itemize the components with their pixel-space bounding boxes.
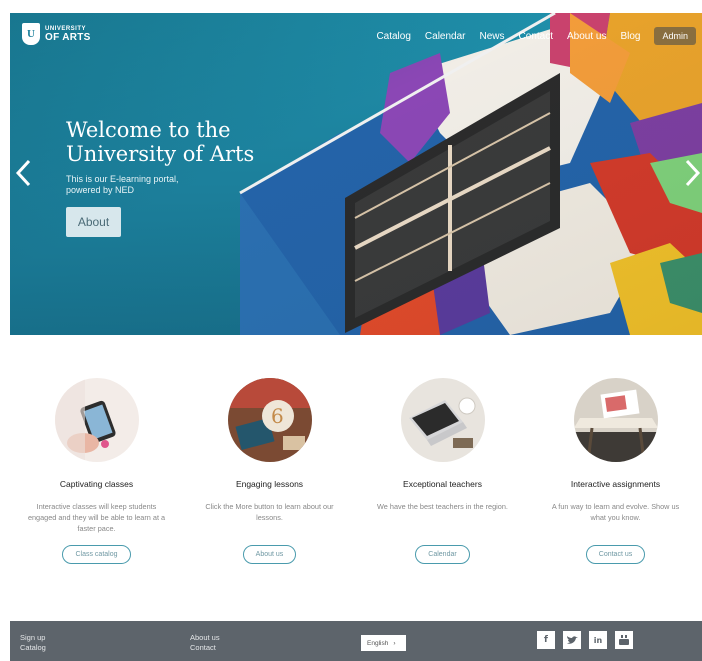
facebook-icon[interactable]: f — [537, 631, 555, 649]
hero-text-block: Welcome to the University of Arts This i… — [66, 118, 266, 238]
feature-card: Interactive assignments A fun way to lea… — [529, 378, 702, 564]
footer: Sign up Catalog About us Contact English… — [10, 621, 702, 661]
feature-title: Engaging lessons — [235, 479, 304, 489]
nav-contact[interactable]: Contact — [519, 31, 553, 42]
feature-description: A fun way to learn and evolve. Show us w… — [551, 502, 680, 522]
contact-us-button[interactable]: Contact us — [585, 545, 646, 564]
hero-banner: U UNIVERSITY OF ARTS Catalog Calendar Ne… — [10, 13, 702, 335]
footer-catalog-link[interactable]: Catalog — [20, 643, 46, 653]
class-catalog-button[interactable]: Class catalog — [62, 545, 131, 564]
linkedin-icon[interactable]: in — [589, 631, 607, 649]
logo-text: UNIVERSITY OF ARTS — [45, 26, 91, 43]
features-section: Captivating classes Interactive classes … — [10, 378, 702, 564]
twitter-icon[interactable] — [563, 631, 581, 649]
feature-card: Exceptional teachers We have the best te… — [356, 378, 529, 564]
nav-news[interactable]: News — [480, 31, 505, 42]
feature-description: Interactive classes will keep students e… — [27, 502, 166, 533]
footer-sign-up-link[interactable]: Sign up — [20, 633, 46, 643]
feature-title: Interactive assignments — [570, 479, 661, 489]
footer-col-2: About us Contact — [190, 633, 220, 653]
feature-description: Click the More button to learn about our… — [205, 502, 334, 522]
about-us-button[interactable]: About us — [242, 545, 297, 564]
footer-contact-link[interactable]: Contact — [190, 643, 220, 653]
feature-title: Exceptional teachers — [403, 479, 482, 489]
feature-description: We have the best teachers in the region. — [377, 502, 508, 511]
hero-title: Welcome to the University of Arts — [66, 118, 255, 167]
feature-image-lessons: 6 — [227, 378, 312, 462]
language-select[interactable]: English › — [361, 635, 406, 651]
footer-col-1: Sign up Catalog — [20, 633, 46, 653]
chevron-left-icon[interactable] — [14, 158, 34, 188]
chevron-right-icon: › — [393, 639, 396, 647]
nav-calendar[interactable]: Calendar — [425, 31, 466, 42]
main-nav: Catalog Calendar News Contact About us B… — [376, 27, 696, 45]
nav-blog[interactable]: Blog — [620, 31, 640, 42]
admin-button[interactable]: Admin — [654, 27, 696, 45]
calendar-button[interactable]: Calendar — [415, 545, 470, 564]
feature-image-teachers — [400, 378, 485, 462]
feature-card: Captivating classes Interactive classes … — [10, 378, 183, 564]
footer-about-us-link[interactable]: About us — [190, 633, 220, 643]
nav-catalog[interactable]: Catalog — [376, 31, 410, 42]
hero-subtitle: This is our E-learning portal, powered b… — [66, 174, 179, 196]
nav-about-us[interactable]: About us — [567, 31, 606, 42]
university-logo[interactable]: U UNIVERSITY OF ARTS — [22, 23, 91, 45]
svg-text:6: 6 — [271, 404, 284, 428]
logo-mark: U — [22, 23, 40, 45]
feature-title: Captivating classes — [59, 479, 134, 489]
language-value: English — [367, 639, 389, 647]
social-links: f in — [537, 631, 633, 649]
chevron-right-icon[interactable] — [682, 158, 702, 188]
logo-line2: OF ARTS — [45, 31, 91, 43]
feature-image-classes — [54, 378, 139, 462]
feature-card: 6 Engaging lessons Click the More button… — [183, 378, 356, 564]
hero-about-button[interactable]: About — [66, 207, 121, 238]
youtube-icon[interactable] — [615, 631, 633, 649]
logo-line1: UNIVERSITY — [45, 25, 87, 32]
feature-image-assignments — [573, 378, 658, 462]
